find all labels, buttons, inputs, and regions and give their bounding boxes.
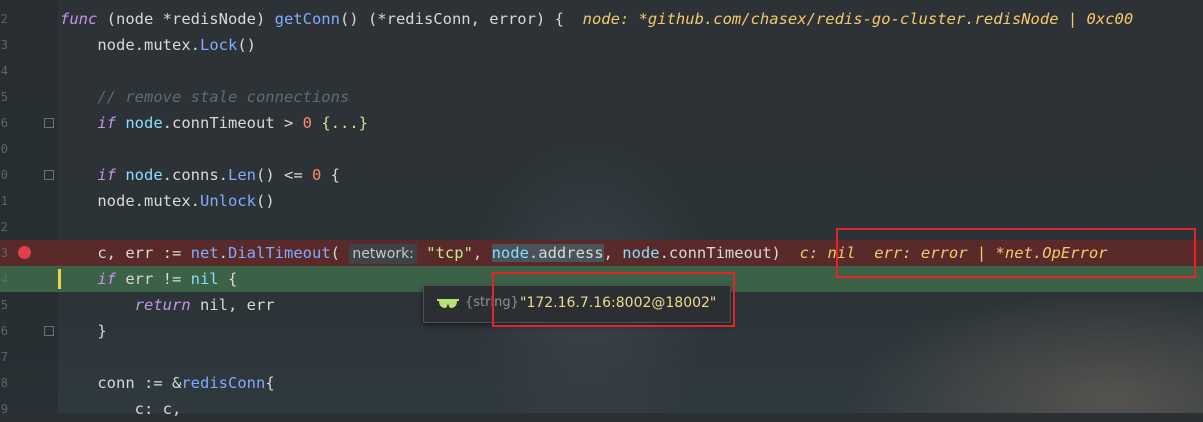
code-text[interactable]: if node.conns.Len() <= 0 { xyxy=(60,162,340,188)
line-number[interactable]: 2 xyxy=(0,214,8,240)
code-line[interactable]: 8 conn := &redisConn{ xyxy=(0,370,1203,396)
code-line[interactable]: 9 c: c, xyxy=(0,396,1203,422)
line-number[interactable]: 7 xyxy=(0,344,8,370)
code-text[interactable]: c: c, xyxy=(60,396,182,422)
line-number[interactable]: 4 xyxy=(0,58,8,84)
line-number[interactable]: 6 xyxy=(0,318,8,344)
breakpoint-dot-icon[interactable] xyxy=(18,246,31,259)
code-line[interactable]: 0 xyxy=(0,136,1203,162)
code-line[interactable]: 1 node.mutex.Unlock() xyxy=(0,188,1203,214)
code-text[interactable]: func (node *redisNode) getConn() (*redis… xyxy=(60,6,1133,32)
highlight-box-tooltip xyxy=(492,272,735,327)
code-text[interactable]: conn := &redisConn{ xyxy=(60,370,274,396)
code-line[interactable]: 6 if node.connTimeout > 0 {...} xyxy=(0,110,1203,136)
code-line[interactable]: 0 if node.conns.Len() <= 0 { xyxy=(0,162,1203,188)
highlight-box-inline-debug xyxy=(836,228,1196,278)
line-number[interactable]: 0 xyxy=(0,136,8,162)
fold-icon[interactable] xyxy=(44,170,54,180)
code-text[interactable]: return nil, err xyxy=(60,292,275,318)
code-line[interactable]: 3 node.mutex.Lock() xyxy=(0,32,1203,58)
fold-icon[interactable] xyxy=(44,326,54,336)
line-number[interactable]: 0 xyxy=(0,162,8,188)
line-number[interactable]: 5 xyxy=(0,292,8,318)
line-number[interactable]: 3 xyxy=(0,32,8,58)
code-text[interactable]: } xyxy=(60,318,106,344)
code-text[interactable]: // remove stale connections xyxy=(60,84,349,110)
line-number[interactable]: 8 xyxy=(0,370,8,396)
line-number[interactable]: 2 xyxy=(0,6,8,32)
line-number[interactable]: 4 xyxy=(0,266,8,292)
code-line[interactable]: 5 // remove stale connections xyxy=(0,84,1203,110)
line-number[interactable]: 1 xyxy=(0,188,8,214)
line-number[interactable]: 3 xyxy=(0,240,8,266)
code-line[interactable]: 2 func (node *redisNode) getConn() (*redi… xyxy=(0,6,1203,32)
line-number[interactable]: 6 xyxy=(0,110,8,136)
glasses-icon xyxy=(437,299,459,308)
code-line[interactable]: 4 xyxy=(0,58,1203,84)
code-text[interactable]: node.mutex.Unlock() xyxy=(60,188,274,214)
code-text[interactable]: if node.connTimeout > 0 {...} xyxy=(60,110,368,136)
line-number[interactable]: 9 xyxy=(0,396,8,422)
code-line[interactable]: 7 xyxy=(0,344,1203,370)
fold-icon[interactable] xyxy=(44,118,54,128)
code-text[interactable]: node.mutex.Lock() xyxy=(60,32,256,58)
code-text[interactable]: if err != nil { xyxy=(60,266,237,292)
line-number[interactable]: 5 xyxy=(0,84,8,110)
